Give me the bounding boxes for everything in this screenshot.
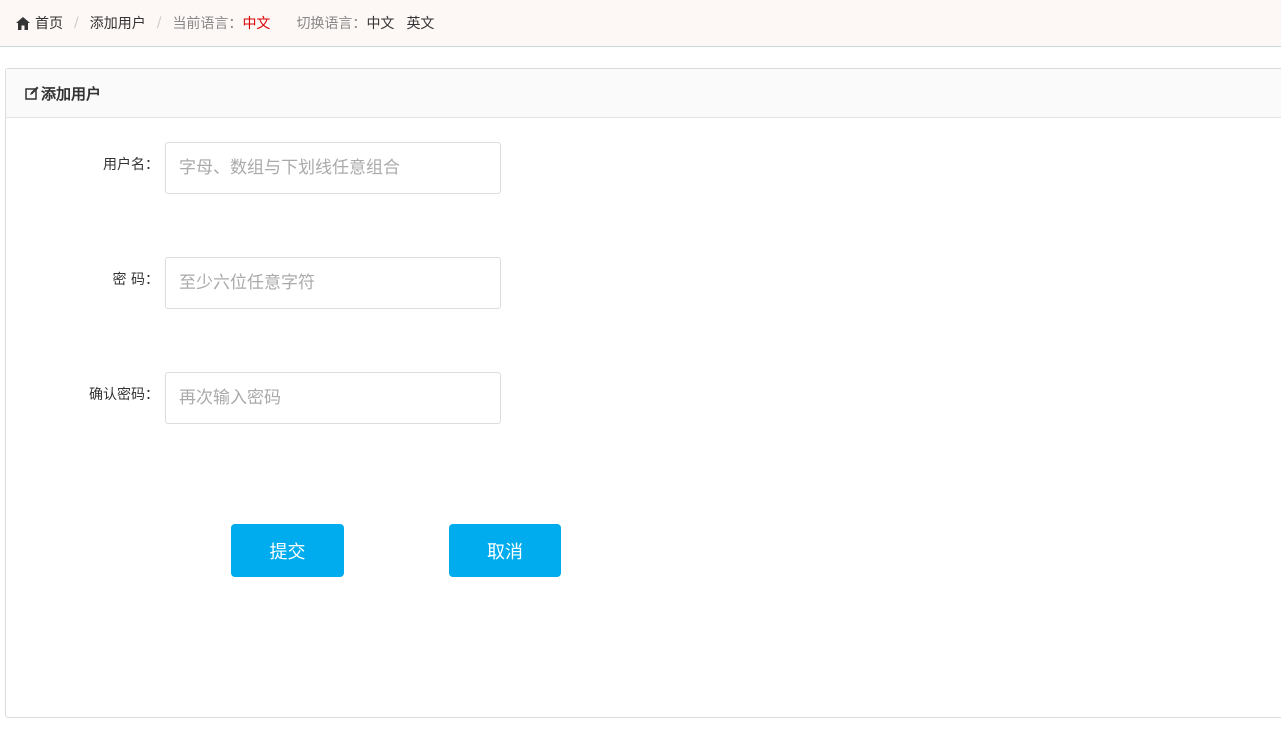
- password-row: 密 码：: [6, 257, 606, 309]
- confirm-password-row: 确认密码：: [6, 372, 606, 424]
- breadcrumb-bar: 首页 / 添加用户 / 当前语言： 中文 切换语言： 中文 英文: [0, 0, 1281, 47]
- password-input[interactable]: [165, 257, 501, 309]
- language-option-chinese[interactable]: 中文: [366, 13, 394, 33]
- breadcrumb-add-user[interactable]: 添加用户: [90, 13, 146, 33]
- breadcrumb-home-label[interactable]: 首页: [35, 13, 63, 33]
- current-language-label: 当前语言：: [172, 16, 243, 32]
- submit-button[interactable]: 提交: [231, 524, 344, 577]
- username-label: 用户名：: [103, 157, 159, 173]
- confirm-password-label: 确认密码：: [89, 387, 159, 403]
- username-input[interactable]: [165, 142, 501, 194]
- panel-header: 添加用户: [6, 69, 1281, 118]
- breadcrumb-separator: /: [156, 15, 162, 31]
- current-language-value: 中文: [242, 16, 271, 32]
- username-row: 用户名：: [6, 142, 606, 194]
- breadcrumb-home[interactable]: 首页: [16, 13, 63, 33]
- current-language: 当前语言： 中文: [172, 13, 270, 33]
- language-switcher: 切换语言： 中文 英文: [296, 13, 434, 33]
- confirm-password-input[interactable]: [165, 372, 501, 424]
- home-icon: [16, 16, 30, 30]
- password-label: 密 码：: [112, 272, 159, 288]
- breadcrumb-separator: /: [74, 15, 79, 31]
- cancel-button[interactable]: 取消: [449, 524, 561, 577]
- language-option-english[interactable]: 英文: [406, 13, 434, 33]
- panel-title: 添加用户: [41, 84, 102, 103]
- add-user-panel: 添加用户 用户名： 密 码： 确认密码： 提交 取消: [5, 68, 1281, 718]
- edit-icon: [25, 86, 39, 100]
- switch-language-label: 切换语言：: [296, 16, 367, 32]
